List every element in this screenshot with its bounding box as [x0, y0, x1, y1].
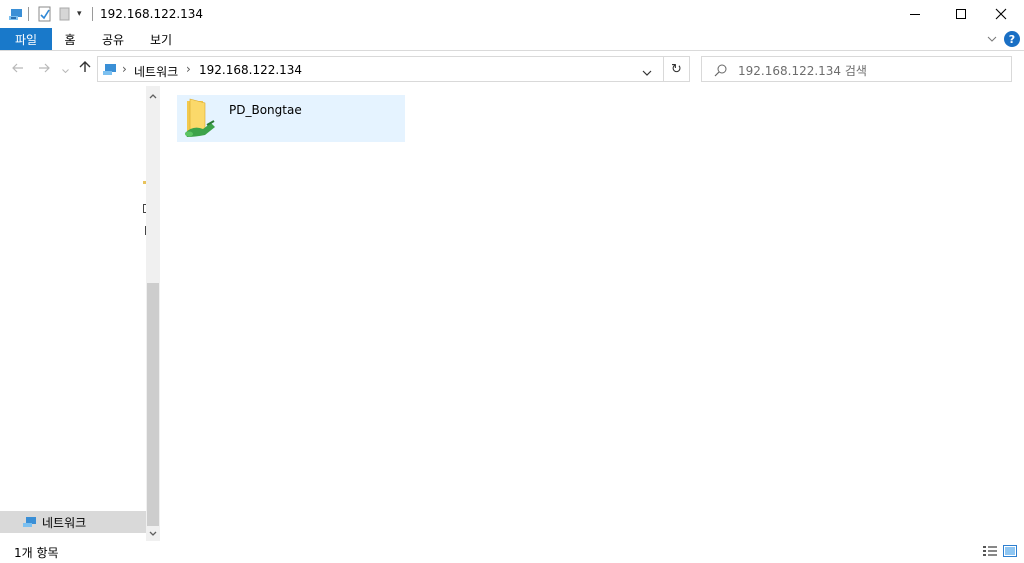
- arrow-left-icon: [12, 61, 24, 77]
- sidebar-item-label: 네트워크: [42, 515, 87, 530]
- arrow-up-icon: [79, 61, 91, 77]
- details-view-icon: [983, 545, 997, 560]
- up-button[interactable]: [76, 60, 94, 78]
- ribbon-expand-button[interactable]: [985, 30, 999, 46]
- large-icons-view-icon: [1003, 544, 1017, 560]
- scrollbar-thumb[interactable]: [147, 283, 159, 526]
- recent-locations-button[interactable]: [59, 60, 71, 78]
- close-button[interactable]: [978, 0, 1024, 28]
- large-icons-view-button[interactable]: [1002, 544, 1018, 560]
- chevron-up-icon: [149, 92, 157, 102]
- customize-toolbar-icon[interactable]: ▾: [77, 6, 89, 22]
- properties-icon[interactable]: [37, 6, 53, 22]
- refresh-icon: ↻: [671, 61, 682, 77]
- address-row: › 네트워크 › 192.168.122.134 ↻ 192.168.122.1…: [0, 52, 1024, 86]
- forward-button[interactable]: [35, 60, 53, 78]
- tab-view[interactable]: 보기: [147, 28, 175, 50]
- arrow-right-icon: [38, 61, 50, 77]
- back-button[interactable]: [9, 60, 27, 78]
- scroll-down-button[interactable]: [146, 527, 160, 541]
- address-bar[interactable]: › 네트워크 › 192.168.122.134: [97, 56, 664, 82]
- network-icon[interactable]: [8, 6, 24, 22]
- nav-scrollbar[interactable]: [146, 86, 160, 541]
- network-icon: [102, 61, 118, 77]
- window-title: 192.168.122.134: [100, 7, 204, 21]
- breadcrumb-host[interactable]: 192.168.122.134: [199, 63, 302, 77]
- search-input[interactable]: 192.168.122.134 검색: [738, 62, 867, 79]
- status-bar: 1개 항목: [0, 541, 1024, 563]
- tab-file[interactable]: 파일: [0, 28, 52, 50]
- search-box[interactable]: 192.168.122.134 검색: [701, 56, 1012, 82]
- chevron-down-icon: [61, 61, 69, 77]
- sidebar-item-network[interactable]: 네트워크: [0, 511, 146, 533]
- help-button[interactable]: ?: [1004, 31, 1020, 47]
- minimize-button[interactable]: [892, 0, 938, 28]
- chevron-down-icon: [987, 31, 997, 45]
- separator: [92, 7, 93, 21]
- maximize-icon: [956, 9, 966, 19]
- network-icon: [22, 514, 38, 530]
- close-icon: [995, 8, 1007, 20]
- file-list[interactable]: PD_Bongtae: [162, 86, 1024, 541]
- breadcrumb-separator-icon[interactable]: ›: [186, 62, 191, 76]
- item-name: PD_Bongtae: [229, 103, 302, 117]
- minimize-icon: [910, 13, 920, 15]
- separator: [28, 7, 29, 21]
- tab-home[interactable]: 홈: [58, 28, 82, 50]
- help-icon: ?: [1008, 32, 1016, 46]
- search-icon: [714, 63, 728, 77]
- tab-share[interactable]: 공유: [99, 28, 127, 50]
- navigation-pane: 네트워크: [0, 86, 162, 541]
- address-dropdown-icon[interactable]: [642, 65, 654, 76]
- refresh-button[interactable]: ↻: [664, 56, 690, 82]
- ribbon: 파일 홈 공유 보기 ?: [0, 28, 1024, 51]
- chevron-down-icon: [149, 529, 157, 539]
- breadcrumb-network[interactable]: 네트워크: [134, 63, 178, 80]
- details-view-button[interactable]: [982, 544, 998, 560]
- new-folder-icon[interactable]: [59, 6, 71, 22]
- item-count: 1개 항목: [14, 546, 59, 560]
- shared-folder-icon: [181, 97, 217, 139]
- breadcrumb-separator-icon[interactable]: ›: [122, 62, 127, 76]
- quick-access-toolbar: ▾: [8, 6, 93, 22]
- scroll-up-button[interactable]: [146, 90, 160, 104]
- title-bar: ▾ 192.168.122.134: [0, 0, 1024, 28]
- list-item[interactable]: PD_Bongtae: [177, 95, 405, 142]
